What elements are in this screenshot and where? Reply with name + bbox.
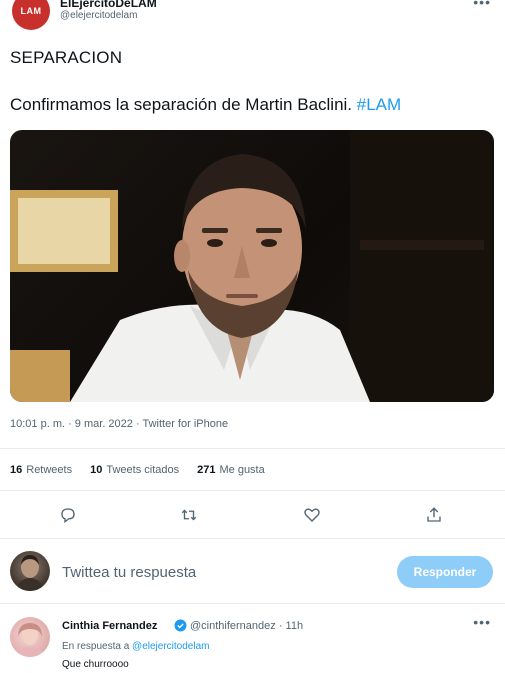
verified-icon [174,619,187,632]
left-brow [202,228,228,233]
reply-author-handle[interactable]: @cinthifernandez · 11h [190,620,303,632]
bg-dark-panel [350,130,494,402]
left-eye [207,239,223,247]
bg-shelf-line [360,240,484,250]
share-icon[interactable] [421,502,447,528]
like-icon[interactable] [299,502,325,528]
divider [0,490,505,491]
tweet-text-line: SEPARACION [10,48,123,67]
right-brow [256,228,282,233]
likes-count: 271 [197,464,216,476]
action-bar [0,502,505,530]
reply-button[interactable]: Responder [397,556,493,588]
reply-text: Que churroooo [62,659,129,670]
quotes-label: Tweets citados [106,464,180,476]
bg-shelf [10,350,70,402]
replying-prefix: En respuesta a [62,641,133,652]
quotes-stat[interactable]: 10 Tweets citados [90,464,179,476]
avatar-logo-text: LAM [20,6,42,16]
reply-icon[interactable] [55,502,81,528]
hashtag-link[interactable]: #LAM [357,95,401,114]
more-icon[interactable]: ••• [473,0,491,10]
reply-input[interactable]: Twittea tu respuesta [62,564,196,581]
ear [174,240,190,272]
more-icon[interactable]: ••• [473,614,491,630]
mouth [226,294,258,298]
divider [0,448,505,449]
current-user-avatar[interactable] [10,551,50,591]
likes-stat[interactable]: 271 Me gusta [197,464,265,476]
retweets-count: 16 [10,464,23,476]
photo-illustration [10,130,494,402]
tweet-timestamp[interactable]: 10:01 p. m. · 9 mar. 2022 · Twitter for … [10,418,228,430]
tweet-header: LAM ElEjercitoDeLAM @elejercitodelam ••• [0,0,505,34]
divider [0,603,505,604]
retweets-label: Retweets [26,464,73,476]
author-display-name[interactable]: ElEjercitoDeLAM [60,0,157,10]
avatar-illustration [16,555,44,591]
replying-to: En respuesta a @elejercitodelam [62,641,209,652]
mention-link[interactable]: @elejercitodelam [132,641,209,652]
tweet-stats: 16 Retweets 10 Tweets citados 271 Me gusta [10,464,265,476]
tweet-photo[interactable] [10,130,494,402]
quotes-count: 10 [90,464,103,476]
tweet-text-body: Confirmamos la separación de Martin Bacl… [10,95,401,115]
right-eye [261,239,277,247]
likes-label: Me gusta [219,464,265,476]
author-handle[interactable]: @elejercitodelam [60,10,137,21]
retweet-icon[interactable] [176,502,202,528]
avatar-illustration [14,623,46,657]
reply-author-name[interactable]: Cinthia Fernandez [62,620,157,632]
divider [0,538,505,539]
author-avatar[interactable]: LAM [12,0,50,30]
tweet-body-text: Confirmamos la separación de Martin Bacl… [10,95,357,114]
bg-lamp-light [18,198,110,264]
reply-author-avatar[interactable] [10,617,50,657]
retweets-stat[interactable]: 16 Retweets [10,464,72,476]
